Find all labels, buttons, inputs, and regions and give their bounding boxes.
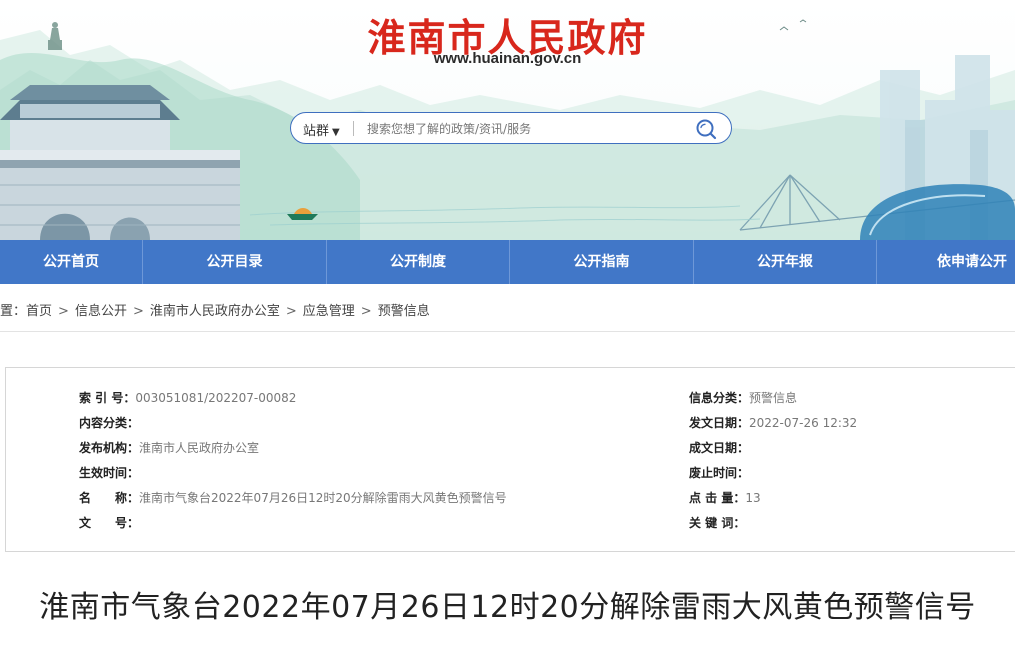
chevron-down-icon: ▼ <box>332 127 340 138</box>
nav-item-request-disclosure[interactable]: 依申请公开 <box>877 240 1015 284</box>
main-nav: 公开首页 公开目录 公开制度 公开指南 公开年报 依申请公开 <box>0 240 1015 284</box>
search-input[interactable] <box>365 118 679 140</box>
meta-keywords: 关 键 词： <box>689 515 745 531</box>
document-meta-table: 索 引 号：003051081/202207-00082 内容分类： 发布机构：… <box>5 367 1015 552</box>
meta-value: 淮南市气象台2022年07月26日12时20分解除雷雨大风黄色预警信号 <box>139 491 507 505</box>
breadcrumb-separator: > <box>132 304 144 319</box>
meta-label: 名 称： <box>79 491 140 505</box>
nav-item-annual-report[interactable]: 公开年报 <box>694 240 877 284</box>
breadcrumb-home[interactable]: 首页 <box>26 304 52 319</box>
meta-issue-date: 发文日期：2022-07-26 12:32 <box>689 415 857 431</box>
meta-label: 成文日期： <box>689 441 750 455</box>
meta-content-category: 内容分类： <box>79 415 139 431</box>
article-title: 淮南市气象台2022年07月26日12时20分解除雷雨大风黄色预警信号 <box>39 590 976 625</box>
meta-doc-no: 文 号： <box>79 515 139 531</box>
meta-effective-date: 生效时间： <box>79 465 139 481</box>
breadcrumb-separator: > <box>360 304 372 319</box>
meta-label: 生效时间： <box>79 466 140 480</box>
meta-label: 关 键 词： <box>689 516 746 530</box>
meta-value: 003051081/202207-00082 <box>135 391 297 405</box>
nav-item-public-catalog[interactable]: 公开目录 <box>143 240 327 284</box>
breadcrumb-warning-info[interactable]: 预警信息 <box>378 304 430 319</box>
meta-publisher: 发布机构：淮南市人民政府办公室 <box>79 440 259 456</box>
breadcrumb-gov-office[interactable]: 淮南市人民政府办公室 <box>150 304 280 319</box>
breadcrumb-info-public[interactable]: 信息公开 <box>75 304 127 319</box>
header-banner: 淮南市人民政府 www.huainan.gov.cn 站群 ▼ <box>0 0 1015 240</box>
nav-item-public-guide[interactable]: 公开指南 <box>510 240 694 284</box>
meta-label: 索 引 号： <box>79 391 136 405</box>
meta-label: 信息分类： <box>689 391 750 405</box>
breadcrumb: 位置：首页 > 信息公开 > 淮南市人民政府办公室 > 应急管理 > 预警信息 <box>0 300 430 319</box>
search-scope-dropdown[interactable]: 站群 ▼ <box>303 120 340 139</box>
meta-value: 2022-07-26 12:32 <box>749 416 858 430</box>
meta-name: 名 称：淮南市气象台2022年07月26日12时20分解除雷雨大风黄色预警信号 <box>79 490 507 506</box>
search-scope-label: 站群 <box>303 124 330 139</box>
breadcrumb-separator: > <box>58 304 69 319</box>
search-bar: 站群 ▼ <box>290 112 732 144</box>
nav-item-public-system[interactable]: 公开制度 <box>327 240 510 284</box>
nav-item-public-home[interactable]: 公开首页 <box>0 240 143 284</box>
meta-created-date: 成文日期： <box>689 440 749 456</box>
site-url[interactable]: www.huainan.gov.cn <box>0 50 1015 67</box>
meta-index-no: 索 引 号：003051081/202207-00082 <box>79 390 296 406</box>
meta-expiry-date: 废止时间： <box>689 465 749 481</box>
meta-label: 内容分类： <box>79 416 140 430</box>
breadcrumb-prefix: 位置： <box>0 304 27 319</box>
breadcrumb-divider <box>0 331 1015 332</box>
search-divider <box>353 121 354 136</box>
meta-label: 点 击 量： <box>689 491 746 505</box>
meta-value: 预警信息 <box>749 391 798 405</box>
meta-label: 废止时间： <box>689 466 750 480</box>
meta-views: 点 击 量：13 <box>689 490 761 506</box>
meta-value: 淮南市人民政府办公室 <box>139 441 260 455</box>
meta-info-category: 信息分类：预警信息 <box>689 390 797 406</box>
meta-value: 13 <box>745 491 761 505</box>
search-icon[interactable] <box>695 118 717 140</box>
breadcrumb-separator: > <box>285 304 297 319</box>
meta-label: 发文日期： <box>689 416 750 430</box>
breadcrumb-emergency[interactable]: 应急管理 <box>303 304 355 319</box>
meta-label: 文 号： <box>79 516 140 530</box>
meta-label: 发布机构： <box>79 441 140 455</box>
